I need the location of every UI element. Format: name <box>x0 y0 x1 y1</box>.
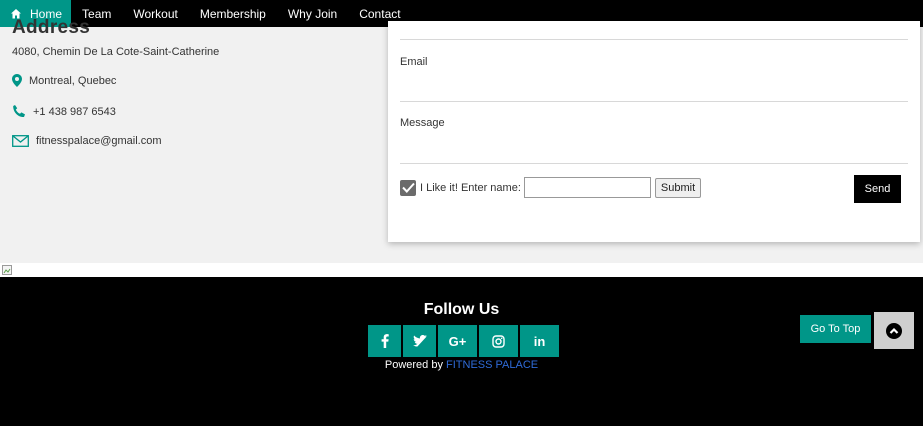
envelope-icon <box>12 135 29 147</box>
contact-form: Email Message I Like it! Enter name: Sub… <box>388 21 920 242</box>
address-city: Montreal, Quebec <box>12 74 116 87</box>
google-plus-icon: G+ <box>448 333 467 349</box>
follow-us-heading: Follow Us <box>423 301 500 318</box>
facebook-button[interactable] <box>368 325 401 357</box>
email-label: Email <box>400 56 428 68</box>
address-phone: +1 438 987 6543 <box>12 105 116 118</box>
google-plus-button[interactable]: G+ <box>438 325 477 357</box>
like-row: I Like it! Enter name: Submit <box>400 177 702 198</box>
instagram-button[interactable] <box>479 325 518 357</box>
address-email: fitnesspalace@gmail.com <box>12 135 162 147</box>
linkedin-icon: in <box>533 333 546 349</box>
form-divider <box>400 39 908 40</box>
address-email-text: fitnesspalace@gmail.com <box>36 135 162 147</box>
address-phone-text: +1 438 987 6543 <box>33 105 116 118</box>
send-button[interactable]: Send <box>854 175 901 203</box>
location-pin-icon <box>12 74 22 87</box>
contact-section: Address 4080, Chemin De La Cote-Saint-Ca… <box>0 17 923 263</box>
instagram-icon <box>492 334 505 348</box>
go-to-top-button[interactable]: Go To Top <box>800 315 871 343</box>
twitter-icon <box>412 335 427 347</box>
social-links: G+ in <box>368 325 561 357</box>
footer: Follow Us G+ in Powered by FITNESS PALAC… <box>0 277 923 426</box>
like-checkbox[interactable] <box>400 179 416 196</box>
form-divider <box>400 101 908 102</box>
address-heading: Address <box>12 17 91 38</box>
address-city-text: Montreal, Quebec <box>29 74 117 87</box>
nav-workout[interactable]: Workout <box>122 0 188 27</box>
address-street-text: 4080, Chemin De La Cote-Saint-Catherine <box>12 46 220 58</box>
name-input[interactable] <box>523 177 651 198</box>
linkedin-button[interactable]: in <box>520 325 559 357</box>
powered-by: Powered by FITNESS PALACE <box>0 359 923 371</box>
twitter-button[interactable] <box>403 325 436 357</box>
address-street: 4080, Chemin De La Cote-Saint-Catherine <box>12 46 219 58</box>
facebook-icon <box>381 334 389 348</box>
submit-button[interactable]: Submit <box>654 177 702 198</box>
like-label: I Like it! Enter name: <box>420 181 521 194</box>
checkmark-icon <box>401 182 415 193</box>
message-label: Message <box>400 117 445 129</box>
brand-link[interactable]: FITNESS PALACE <box>446 359 538 371</box>
nav-why-join[interactable]: Why Join <box>277 0 348 27</box>
broken-image-icon <box>2 265 12 275</box>
nav-membership[interactable]: Membership <box>189 0 277 27</box>
scroll-up-button[interactable] <box>874 312 914 349</box>
form-divider <box>400 163 908 164</box>
powered-by-prefix: Powered by <box>384 359 443 371</box>
chevron-up-circle-icon <box>886 322 902 339</box>
phone-icon <box>12 105 26 118</box>
